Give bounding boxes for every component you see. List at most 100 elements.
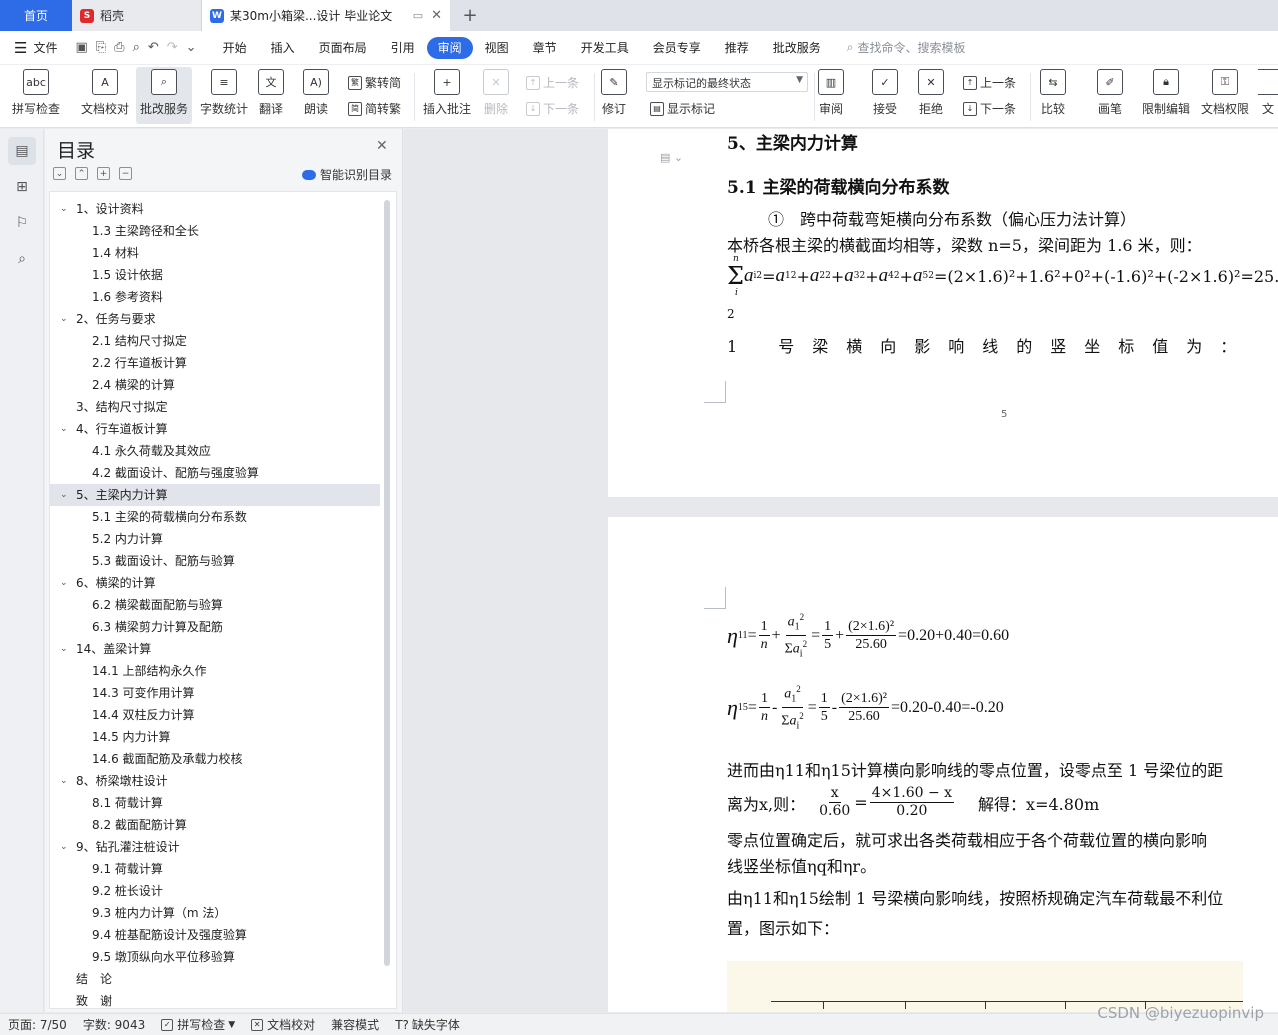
redo-icon[interactable]: ↷ — [167, 40, 178, 55]
export-pdf-icon[interactable]: ⎘ — [96, 40, 106, 55]
toc-item[interactable]: ⌄ 6、横梁的计算 — [50, 572, 380, 594]
menu-review[interactable]: 审阅 — [426, 36, 473, 59]
chevron-down-icon[interactable]: ⌄ — [60, 484, 68, 506]
command-search[interactable]: ⌕ 查找命令、搜索模板 — [847, 39, 966, 56]
review-pane-button[interactable]: ▥ 审阅 — [818, 69, 844, 117]
toc-item[interactable]: ⌄ 2、任务与要求 — [50, 308, 380, 330]
to-simplified-button[interactable]: 简简转繁 — [348, 100, 401, 117]
tab-document[interactable]: W 某30m小箱梁...设计 毕业论文 ▭ ✕ — [202, 0, 450, 31]
menu-member[interactable]: 会员专享 — [641, 37, 713, 59]
menu-view[interactable]: 视图 — [473, 37, 521, 59]
toc-item[interactable]: 6.2 横梁截面配筋与验算 — [50, 594, 380, 616]
show-markup-button[interactable]: ▤ 显示标记 — [650, 100, 715, 117]
new-tab-button[interactable]: + — [450, 0, 490, 31]
word-count[interactable]: 字数: 9043 — [75, 1016, 153, 1033]
toc-item[interactable]: 9.4 桩基配筋设计及强度验算 — [50, 924, 380, 946]
menu-recommend[interactable]: 推荐 — [713, 37, 761, 59]
doc-permission-button[interactable]: ⚿ 文档权限 — [1201, 69, 1249, 117]
toc-item[interactable]: 6.3 横梁剪力计算及配筋 — [50, 616, 380, 638]
toc-item[interactable]: 4.2 截面设计、配筋与强度验算 — [50, 462, 380, 484]
toc-item[interactable]: ⌄ 9、钻孔灌注桩设计 — [50, 836, 380, 858]
print-preview-icon[interactable]: ⌕ — [133, 40, 140, 55]
toc-item[interactable]: 1.5 设计依据 — [50, 264, 380, 286]
toc-item[interactable]: 1.4 材料 — [50, 242, 380, 264]
chevron-down-icon[interactable]: ⌄ — [60, 638, 68, 660]
toc-item[interactable]: ⌄ 5、主梁内力计算 — [50, 484, 380, 506]
menu-references[interactable]: 引用 — [379, 37, 427, 59]
toc-item[interactable]: 5.2 内力计算 — [50, 528, 380, 550]
toc-item[interactable]: ⌄ 4、行车道板计算 — [50, 418, 380, 440]
menu-correction[interactable]: 批改服务 — [761, 37, 833, 59]
toc-item[interactable]: 1.6 参考资料 — [50, 286, 380, 308]
menu-layout[interactable]: 页面布局 — [307, 37, 379, 59]
reject-button[interactable]: ✕ 拒绝 — [918, 69, 944, 117]
compare-button[interactable]: ⇆ 比较 — [1040, 69, 1066, 117]
remove-heading-icon[interactable]: − — [119, 167, 132, 180]
chevron-down-icon[interactable]: ⌄ — [60, 308, 68, 330]
toc-item[interactable]: ⌄ 14、盖梁计算 — [50, 638, 380, 660]
add-heading-icon[interactable]: + — [97, 167, 110, 180]
next-change-button[interactable]: ↓ 下一条 — [963, 100, 1016, 117]
save-icon[interactable]: ▣ — [75, 40, 87, 55]
tab-float-icon[interactable]: ▭ — [413, 9, 423, 22]
insert-comment-button[interactable]: + 插入批注 — [423, 69, 471, 117]
toc-item[interactable]: 14.5 内力计算 — [50, 726, 380, 748]
toc-item[interactable]: ⌄ 1、设计资料 — [50, 198, 380, 220]
search-icon[interactable]: ⌕ — [8, 245, 36, 273]
menu-home[interactable]: 开始 — [211, 37, 259, 59]
page-indicator[interactable]: 页面: 7/50 — [0, 1016, 75, 1033]
collapse-all-icon[interactable]: ⌃ — [75, 167, 88, 180]
toc-item[interactable]: 9.3 桩内力计算（m 法） — [50, 902, 380, 924]
file-menu[interactable]: ☰ 文件 — [0, 39, 67, 57]
markup-state-select[interactable]: 显示标记的最终状态 ▼ — [646, 72, 808, 92]
paragraph-menu-icon[interactable]: ▤ ⌄ — [660, 151, 683, 164]
toc-item[interactable]: 3、结构尺寸拟定 — [50, 396, 380, 418]
tab-close-icon[interactable]: ✕ — [431, 8, 442, 23]
print-icon[interactable]: ⎙ — [114, 40, 124, 55]
word-count-button[interactable]: ≡ 字数统计 — [200, 69, 248, 117]
delete-comment-button[interactable]: ✕ 删除 — [483, 69, 509, 117]
ai-toc-button[interactable]: 智能识别目录 — [302, 166, 392, 183]
doc-extra-button[interactable]: 文 — [1258, 69, 1278, 117]
prev-comment-button[interactable]: ↑ 上一条 — [526, 74, 579, 91]
toc-item[interactable]: 1.3 主梁跨径和全长 — [50, 220, 380, 242]
chapter-nav-icon[interactable]: ⊞ — [8, 173, 36, 201]
toc-item[interactable]: 5.3 截面设计、配筋与验算 — [50, 550, 380, 572]
menu-insert[interactable]: 插入 — [259, 37, 307, 59]
chevron-down-icon[interactable]: ⌄ — [60, 198, 68, 220]
toc-item[interactable]: 2.4 横梁的计算 — [50, 374, 380, 396]
toc-item[interactable]: 9.1 荷载计算 — [50, 858, 380, 880]
to-traditional-button[interactable]: 繁繁转简 — [348, 74, 401, 91]
compat-mode[interactable]: 兼容模式 — [323, 1016, 387, 1033]
toc-item[interactable]: 4.1 永久荷载及其效应 — [50, 440, 380, 462]
chevron-down-icon[interactable]: ⌄ — [60, 418, 68, 440]
tab-shell[interactable]: S 稻壳 — [72, 0, 202, 31]
accept-button[interactable]: ✓ 接受 — [872, 69, 898, 117]
status-doc-check[interactable]: ✕ 文档校对 — [243, 1016, 323, 1033]
toc-item[interactable]: 14.4 双柱反力计算 — [50, 704, 380, 726]
missing-font[interactable]: T? 缺失字体 — [387, 1016, 468, 1033]
chevron-down-icon[interactable]: ⌄ — [60, 770, 68, 792]
translate-button[interactable]: 文翻译 — [258, 69, 284, 117]
tab-home[interactable]: 首页 — [0, 0, 72, 31]
chevron-down-icon[interactable]: ⌄ — [60, 836, 68, 858]
prev-change-button[interactable]: ↑ 上一条 — [963, 74, 1016, 91]
status-spell-check[interactable]: ✓ 拼写检查 ▼ — [153, 1016, 243, 1033]
toc-item[interactable]: ⌄ 8、桥梁墩柱设计 — [50, 770, 380, 792]
toc-panel-icon[interactable]: ▤ — [8, 137, 36, 165]
undo-icon[interactable]: ↶ — [148, 40, 159, 55]
next-comment-button[interactable]: ↓ 下一条 — [526, 100, 579, 117]
read-aloud-button[interactable]: A) 朗读 — [303, 69, 329, 117]
toc-item[interactable]: 2.1 结构尺寸拟定 — [50, 330, 380, 352]
toc-item[interactable]: 9.5 墩顶纵向水平位移验算 — [50, 946, 380, 968]
toc-item[interactable]: 2.2 行车道板计算 — [50, 352, 380, 374]
toc-item[interactable]: 14.1 上部结构永久作 — [50, 660, 380, 682]
bookmark-icon[interactable]: ⚐ — [8, 209, 36, 237]
close-icon[interactable]: ✕ — [376, 138, 388, 154]
chevron-down-icon[interactable]: ⌄ — [60, 572, 68, 594]
pen-button[interactable]: ✐ 画笔 — [1097, 69, 1123, 117]
toc-item[interactable]: 14.6 截面配筋及承载力校核 — [50, 748, 380, 770]
expand-all-icon[interactable]: ⌄ — [53, 167, 66, 180]
restrict-edit-button[interactable]: 🔒︎ 限制编辑 — [1142, 69, 1190, 117]
document-page[interactable]: ▤ ⌄ 5、主梁内力计算 5.1 主梁的荷载横向分布系数 ① 跨中荷载弯矩横向分… — [608, 129, 1278, 497]
